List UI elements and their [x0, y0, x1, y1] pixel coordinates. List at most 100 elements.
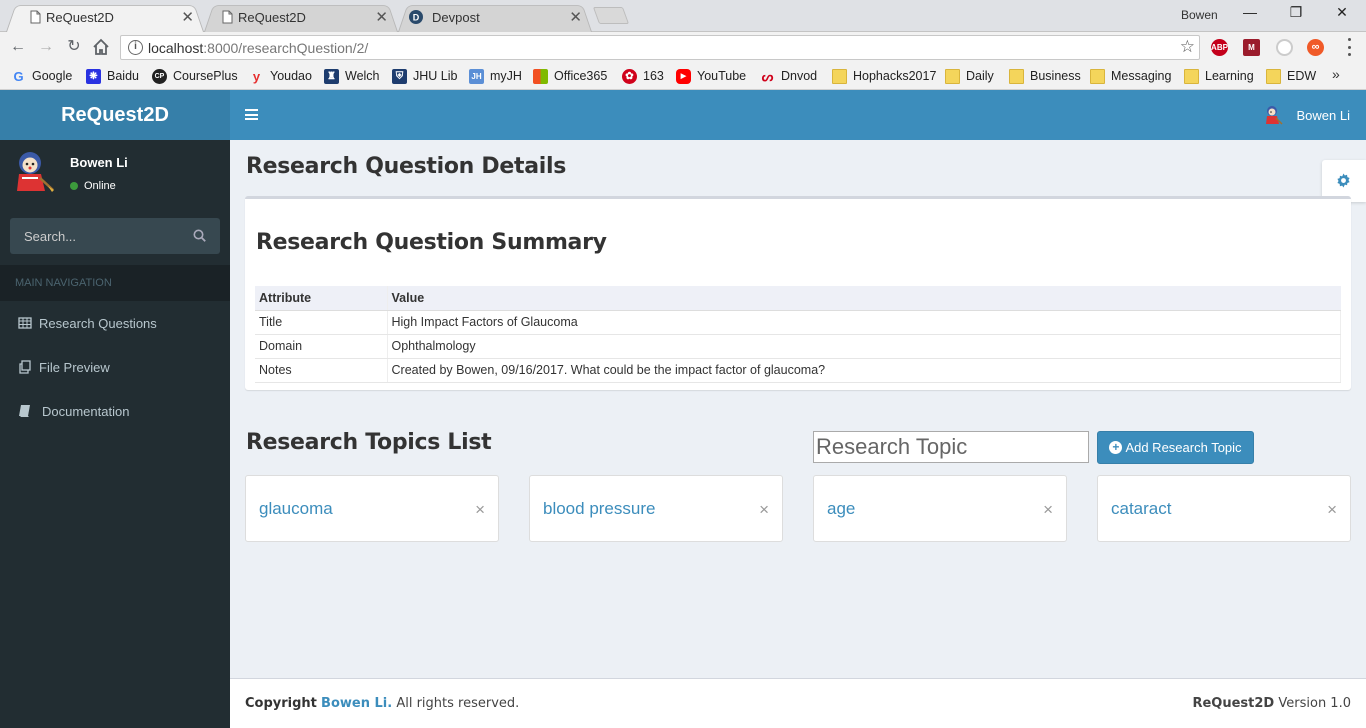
- attribute-cell: Notes: [255, 358, 387, 383]
- app-logo[interactable]: ReQuest2D: [0, 90, 230, 140]
- sidebar-search: [10, 218, 220, 254]
- sidebar-item-label: Research Questions: [39, 315, 157, 331]
- avatar: [17, 152, 54, 192]
- navbar-user-menu[interactable]: Bowen Li: [1263, 104, 1350, 126]
- topic-card: age ×: [813, 475, 1067, 542]
- minimize-icon[interactable]: —: [1227, 4, 1273, 26]
- browser-menu-icon[interactable]: [1344, 38, 1354, 56]
- folder-icon: [1184, 68, 1199, 84]
- navbar-user-name: Bowen Li: [1296, 107, 1350, 123]
- footer-copyright: Copyright Bowen Li. All rights reserved.: [245, 696, 520, 711]
- book-icon: [19, 405, 30, 417]
- mendeley-extension-icon[interactable]: M: [1243, 39, 1260, 56]
- sidebar-search-input[interactable]: [10, 218, 180, 254]
- bookmark-youdao[interactable]: y Youdao: [249, 67, 312, 85]
- bookmark-folder-daily[interactable]: Daily: [945, 67, 994, 85]
- bookmark-dnvod[interactable]: ᔕ Dnvod: [760, 67, 817, 85]
- browser-tab[interactable]: D Devpost ✕: [398, 2, 592, 32]
- bookmark-myjh[interactable]: JH myJH: [469, 67, 522, 85]
- close-tab-icon[interactable]: ✕: [375, 8, 388, 26]
- bookmark-office365[interactable]: Office365: [533, 67, 607, 85]
- files-icon: [19, 360, 31, 374]
- value-cell: High Impact Factors of Glaucoma: [386, 310, 1341, 335]
- office-icon: [533, 68, 548, 84]
- sidebar-user-name: Bowen Li: [70, 155, 128, 170]
- bookmark-folder-edw[interactable]: EDW: [1266, 67, 1316, 85]
- topic-card: glaucoma ×: [245, 475, 499, 542]
- bookmarks-bar: G Google ❋ Baidu CP CoursePlus y Youdao ♜ Wel…: [0, 62, 1366, 90]
- restore-icon[interactable]: ❐: [1273, 4, 1319, 26]
- sidebar-toggle-icon[interactable]: [245, 109, 258, 120]
- bookmark-jhu-lib[interactable]: ⛨ JHU Lib: [392, 67, 457, 85]
- add-research-topic-button[interactable]: + Add Research Topic: [1097, 431, 1254, 464]
- browser-tab[interactable]: ReQuest2D ✕: [204, 2, 398, 32]
- value-cell: Ophthalmology: [386, 334, 1341, 359]
- more-bookmarks-button[interactable]: »: [1332, 66, 1340, 82]
- topic-link[interactable]: age: [827, 499, 855, 519]
- research-topic-input[interactable]: [813, 431, 1089, 463]
- topic-link[interactable]: blood pressure: [543, 499, 655, 519]
- browser-tab-active[interactable]: ReQuest2D ✕: [6, 2, 204, 32]
- table-row: Notes Created by Bowen, 09/16/2017. What…: [255, 358, 1341, 383]
- topic-link[interactable]: glaucoma: [259, 499, 333, 519]
- youtube-icon: ▶: [676, 68, 691, 84]
- add-research-topic-label: Add Research Topic: [1125, 440, 1242, 455]
- remove-topic-icon[interactable]: ×: [759, 500, 769, 520]
- forward-icon[interactable]: →: [36, 37, 56, 57]
- back-icon[interactable]: ←: [8, 37, 28, 57]
- sidebar-item-documentation[interactable]: Documentation: [0, 389, 230, 433]
- sidebar-item-research-questions[interactable]: Research Questions: [0, 301, 230, 345]
- bookmark-folder-business[interactable]: Business: [1009, 67, 1081, 85]
- url-text[interactable]: localhost:8000/researchQuestion/2/: [148, 40, 368, 56]
- attribute-cell: Title: [255, 310, 387, 335]
- browser-tab-strip: ReQuest2D ✕ ReQuest2D ✕ D Devpost ✕ Bowe…: [0, 0, 1366, 32]
- reload-icon[interactable]: ↻: [64, 37, 84, 57]
- topic-card: blood pressure ×: [529, 475, 783, 542]
- close-tab-icon[interactable]: ✕: [181, 8, 194, 26]
- table-row: Title High Impact Factors of Glaucoma: [255, 310, 1341, 335]
- bookmark-163[interactable]: ✿ 163: [622, 67, 664, 85]
- footer-version: ReQuest2D Version 1.0: [1192, 696, 1351, 711]
- bookmark-google[interactable]: G Google: [11, 67, 72, 85]
- plus-circle-icon: +: [1109, 441, 1123, 454]
- address-bar[interactable]: i localhost:8000/researchQuestion/2/ ☆: [120, 35, 1200, 60]
- remove-topic-icon[interactable]: ×: [1043, 500, 1053, 520]
- browser-profile-name[interactable]: Bowen: [1181, 8, 1218, 22]
- welch-icon: ♜: [324, 68, 339, 84]
- new-tab-button[interactable]: [592, 7, 630, 24]
- infinity-extension-icon[interactable]: ∞: [1307, 39, 1324, 56]
- site-info-icon[interactable]: i: [128, 40, 143, 55]
- topic-link[interactable]: cataract: [1111, 499, 1171, 519]
- search-icon[interactable]: [193, 229, 206, 242]
- tab-title: ReQuest2D: [46, 9, 114, 25]
- folder-icon: [945, 68, 960, 84]
- sidebar-item-file-preview[interactable]: File Preview: [0, 345, 230, 389]
- window-close-icon[interactable]: ✕: [1319, 4, 1365, 26]
- user-status: Online: [70, 180, 116, 192]
- adblock-extension-icon[interactable]: ABP: [1211, 39, 1228, 56]
- bookmark-courseplus[interactable]: CP CoursePlus: [152, 67, 238, 85]
- circle-extension-icon[interactable]: [1276, 39, 1293, 56]
- remove-topic-icon[interactable]: ×: [475, 500, 485, 520]
- home-icon[interactable]: [92, 38, 110, 56]
- author-link[interactable]: Bowen Li.: [321, 696, 392, 711]
- bookmark-baidu[interactable]: ❋ Baidu: [86, 67, 139, 85]
- sidebar-header: MAIN NAVIGATION: [0, 265, 230, 301]
- avatar: [1265, 106, 1283, 125]
- remove-topic-icon[interactable]: ×: [1327, 500, 1337, 520]
- summary-box: Research Question Summary Attribute Valu…: [245, 196, 1351, 390]
- bookmark-folder-messaging[interactable]: Messaging: [1090, 67, 1171, 85]
- gear-icon: [1337, 173, 1350, 188]
- bookmark-folder-learning[interactable]: Learning: [1184, 67, 1254, 85]
- sidebar-item-label: File Preview: [39, 359, 110, 375]
- bookmark-star-icon[interactable]: ☆: [1180, 37, 1195, 57]
- google-icon: G: [13, 68, 24, 84]
- close-tab-icon[interactable]: ✕: [569, 8, 582, 26]
- bookmark-welch[interactable]: ♜ Welch: [324, 67, 380, 85]
- baidu-icon: ❋: [86, 68, 101, 84]
- bookmark-folder-hophacks2017[interactable]: Hophacks2017: [832, 67, 936, 85]
- table-header-row: Attribute Value: [255, 286, 1341, 311]
- summary-table: Attribute Value Title High Impact Factor…: [255, 286, 1341, 383]
- column-header-attribute: Attribute: [255, 286, 387, 311]
- bookmark-youtube[interactable]: ▶ YouTube: [676, 67, 746, 85]
